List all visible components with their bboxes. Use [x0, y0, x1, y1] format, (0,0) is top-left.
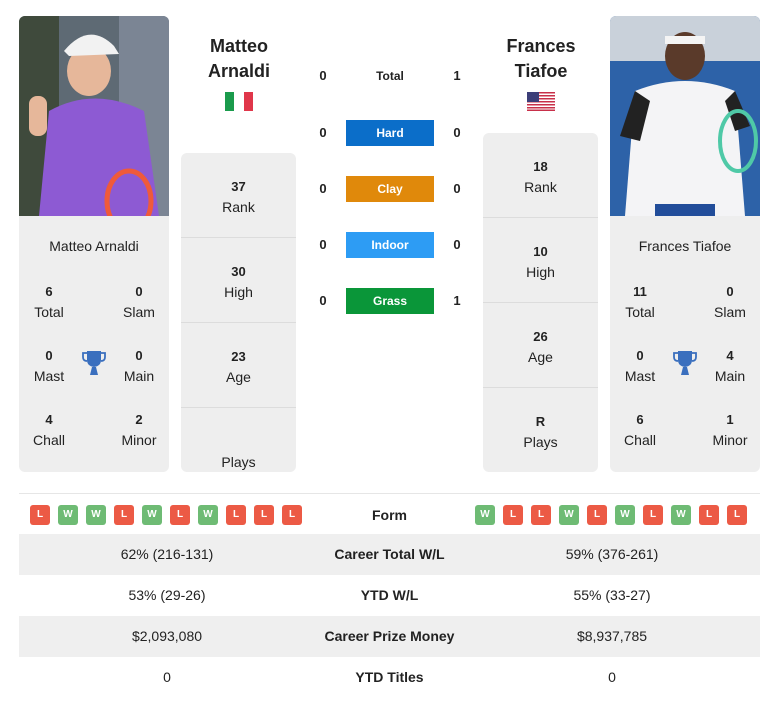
surface-indoor-badge[interactable]: Indoor — [346, 232, 434, 258]
player1-full-name: Matteo Arnaldi — [49, 238, 139, 254]
h2h-indoor-right: 0 — [453, 237, 461, 252]
player2-full-name: Frances Tiafoe — [638, 238, 732, 254]
h2h-total-label: Total — [376, 69, 404, 83]
h2h-indoor-left: 0 — [319, 237, 327, 252]
trophy-icon — [82, 351, 106, 375]
player1-ytd-titles: 0 — [163, 669, 171, 685]
player2-form-loss-badge[interactable]: L — [531, 505, 551, 525]
surface-grass-badge[interactable]: Grass — [346, 288, 434, 314]
h2h-row-clay: 0 Clay 0 — [310, 176, 470, 202]
player2-age: 26 Age — [483, 303, 598, 388]
trophy-icon — [673, 351, 697, 375]
player2-titles-chall: 6 Chall — [624, 412, 656, 448]
player1-ytd-wl: 53% (29-26) — [128, 587, 206, 603]
player2-titles-total: 11 Total — [625, 284, 655, 320]
player2-high: 10 High — [483, 218, 598, 303]
player2-titles-mast: 0 Mast — [624, 348, 656, 384]
surface-clay-badge[interactable]: Clay — [346, 176, 434, 202]
player2-titles-minor: 1 Minor — [712, 412, 748, 448]
player1-name-heading[interactable]: Matteo Arnaldi — [179, 34, 299, 84]
h2h-hard-left: 0 — [319, 125, 327, 140]
player1-rank: 37 Rank — [181, 153, 296, 238]
ytd-wl-label: YTD W/L — [360, 587, 419, 603]
prize-money-label: Career Prize Money — [324, 628, 455, 644]
surface-hard-badge[interactable]: Hard — [346, 120, 434, 146]
comparison-row-ytd-titles: 0 YTD Titles 0 — [19, 657, 760, 698]
player1-plays: Plays — [221, 454, 256, 470]
player2-photo — [610, 16, 760, 216]
player2-form-loss-badge[interactable]: L — [643, 505, 663, 525]
player2-form-loss-badge[interactable]: L — [587, 505, 607, 525]
h2h-total-right: 1 — [453, 68, 461, 83]
h2h-hard-right: 0 — [453, 125, 461, 140]
player1-titles-minor: 2 Minor — [121, 412, 157, 448]
player1-stats-column: 37 Rank 30 High 23 Age Plays — [181, 153, 296, 472]
h2h-grass-left: 0 — [319, 293, 327, 308]
h2h-total-left: 0 — [319, 68, 327, 83]
player1-prize-money: $2,093,080 — [131, 628, 203, 644]
player2-titles-main: 4 Main — [714, 348, 746, 384]
player2-form-loss-badge[interactable]: L — [503, 505, 523, 525]
player2-name-heading[interactable]: Frances Tiafoe — [481, 34, 601, 84]
player2-career-wl: 59% (376-261) — [565, 546, 659, 562]
usa-flag-icon — [527, 92, 555, 111]
h2h-clay-right: 0 — [453, 181, 461, 196]
comparison-row-career-wl: 62% (216-131) Career Total W/L 59% (376-… — [19, 534, 760, 575]
player2-form-win-badge[interactable]: W — [559, 505, 579, 525]
h2h-row-indoor: 0 Indoor 0 — [310, 232, 470, 258]
player2-form-badges: WLLWLWLWLL — [475, 505, 747, 525]
h2h-grass-right: 1 — [453, 293, 461, 308]
player1-titles-total: 6 Total — [34, 284, 64, 320]
player2-plays: R Plays — [523, 414, 558, 450]
ytd-titles-label: YTD Titles — [355, 669, 424, 685]
player1-high: 30 High — [181, 238, 296, 323]
player1-titles-chall: 4 Chall — [33, 412, 65, 448]
player1-titles-card: Matteo Arnaldi 6 Total 0 Slam 0 Mast 0 Main … — [19, 216, 169, 472]
player2-stats-column: 18 Rank 10 High 26 Age R Plays — [483, 133, 598, 472]
h2h-row-hard: 0 Hard 0 — [310, 120, 470, 146]
player2-rank: 18 Rank — [483, 133, 598, 218]
player2-form-win-badge[interactable]: W — [475, 505, 495, 525]
player1-age: 23 Age — [181, 323, 296, 408]
comparison-row-prize-money: $2,093,080 Career Prize Money $8,937,785 — [19, 616, 760, 657]
player2-titles-card: Frances Tiafoe 11 Total 0 Slam 0 Mast 4 Main… — [610, 216, 760, 472]
player2-form-loss-badge[interactable]: L — [727, 505, 747, 525]
h2h-row-grass: 0 Grass 1 — [310, 288, 470, 314]
player1-career-wl: 62% (216-131) — [120, 546, 214, 562]
player2-form-win-badge[interactable]: W — [615, 505, 635, 525]
player2-ytd-titles: 0 — [608, 669, 616, 685]
player1-photo — [19, 16, 169, 216]
career-wl-label: Career Total W/L — [334, 546, 445, 562]
player2-ytd-wl: 55% (33-27) — [573, 587, 651, 603]
player1-titles-mast: 0 Mast — [33, 348, 65, 384]
italy-flag-icon — [225, 92, 253, 111]
comparison-row-ytd-wl: 53% (29-26) YTD W/L 55% (33-27) — [19, 575, 760, 616]
player2-titles-slam: 0 Slam — [714, 284, 746, 320]
h2h-clay-left: 0 — [319, 181, 327, 196]
player1-titles-main: 0 Main — [123, 348, 155, 384]
player1-titles-slam: 0 Slam — [123, 284, 155, 320]
player2-prize-money: $8,937,785 — [576, 628, 648, 644]
h2h-row-total: 0 Total 1 — [310, 63, 470, 89]
player2-form-win-badge[interactable]: W — [671, 505, 691, 525]
form-row: LWWLWLWLLL Form WLLWLWLWLL — [19, 493, 760, 534]
player2-form-loss-badge[interactable]: L — [699, 505, 719, 525]
